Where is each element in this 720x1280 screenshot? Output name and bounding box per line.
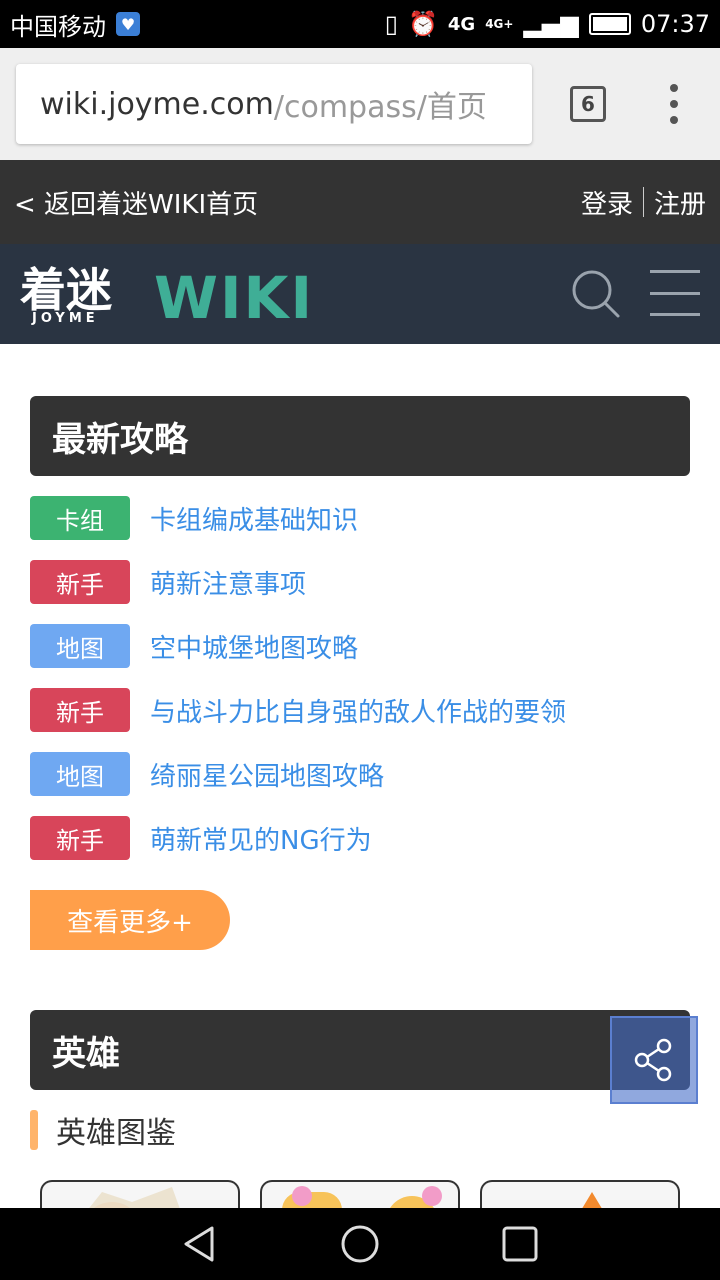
- category-tag[interactable]: 新手: [30, 816, 130, 860]
- guide-link[interactable]: 萌新注意事项: [150, 560, 306, 604]
- back-to-home-link[interactable]: < 返回着迷WIKI首页: [14, 184, 258, 221]
- category-tag[interactable]: 地图: [30, 752, 130, 796]
- tab-switcher-button[interactable]: 6: [570, 86, 606, 122]
- search-icon[interactable]: [570, 268, 622, 320]
- view-more-button[interactable]: 查看更多+: [30, 890, 230, 950]
- status-icons: ▯ ⏰ 4G 4G+ ▂▄▆ 07:37: [385, 10, 710, 38]
- signal-icon: ▂▄▆: [523, 10, 579, 38]
- overflow-menu-icon[interactable]: [664, 84, 684, 124]
- list-item: 新手 萌新注意事项: [30, 560, 690, 624]
- category-tag[interactable]: 新手: [30, 560, 130, 604]
- latest-guides-title: 最新攻略: [30, 396, 690, 476]
- hero-gallery-heading: 英雄图鉴: [30, 1110, 176, 1151]
- address-bar[interactable]: wiki.joyme.com /compass/首页: [16, 64, 532, 144]
- clock: 07:37: [640, 10, 710, 38]
- logo-sub-text: JOYME: [31, 311, 99, 326]
- hamburger-menu-icon[interactable]: [650, 270, 700, 316]
- hero-gallery-label: 英雄图鉴: [56, 1116, 176, 1151]
- network-type-secondary: 4G+: [485, 17, 514, 31]
- heading-accent-bar: [30, 1110, 38, 1150]
- list-item: 新手 与战斗力比自身强的敌人作战的要领: [30, 688, 690, 752]
- home-nav-icon[interactable]: [340, 1224, 380, 1264]
- guide-link[interactable]: 萌新常见的NG行为: [150, 816, 372, 860]
- guide-link[interactable]: 卡组编成基础知识: [150, 496, 358, 540]
- back-nav-icon[interactable]: [180, 1224, 220, 1264]
- nav-divider: [642, 187, 644, 217]
- category-tag[interactable]: 卡组: [30, 496, 130, 540]
- share-button[interactable]: [610, 1016, 698, 1104]
- network-type: 4G: [447, 13, 476, 35]
- joyme-wiki-logo[interactable]: 着迷 JOYME WIKI: [20, 262, 330, 326]
- guide-link[interactable]: 绮丽星公园地图攻略: [150, 752, 384, 796]
- register-link[interactable]: 注册: [654, 184, 706, 221]
- health-app-icon: ♥: [116, 12, 140, 36]
- system-nav-bar: [0, 1208, 720, 1280]
- guide-link[interactable]: 空中城堡地图攻略: [150, 624, 358, 668]
- url-path: /compass/首页: [273, 90, 487, 125]
- carrier-name: 中国移动: [10, 12, 106, 41]
- logo-cn-text: 着迷: [20, 263, 112, 317]
- status-bar: 中国移动 ♥ ▯ ⏰ 4G 4G+ ▂▄▆ 07:37: [0, 0, 720, 48]
- share-icon: [634, 1038, 672, 1082]
- latest-guides-list: 卡组 卡组编成基础知识 新手 萌新注意事项 地图 空中城堡地图攻略 新手 与战斗…: [30, 496, 690, 880]
- login-link[interactable]: 登录: [581, 184, 633, 221]
- category-tag[interactable]: 地图: [30, 624, 130, 668]
- recents-nav-icon[interactable]: [500, 1224, 540, 1264]
- browser-toolbar: wiki.joyme.com /compass/首页 6: [0, 48, 720, 160]
- url-host: wiki.joyme.com: [40, 86, 274, 122]
- heroes-title: 英雄: [30, 1010, 690, 1090]
- battery-icon: [588, 13, 631, 35]
- guide-link[interactable]: 与战斗力比自身强的敌人作战的要领: [150, 688, 566, 732]
- vibrate-icon: ▯: [384, 10, 398, 38]
- site-top-nav: < 返回着迷WIKI首页 登录 注册: [0, 160, 720, 244]
- logo-wiki-text: WIKI: [154, 264, 314, 326]
- alarm-icon: ⏰: [407, 10, 438, 38]
- category-tag[interactable]: 新手: [30, 688, 130, 732]
- list-item: 卡组 卡组编成基础知识: [30, 496, 690, 560]
- list-item: 地图 绮丽星公园地图攻略: [30, 752, 690, 816]
- list-item: 新手 萌新常见的NG行为: [30, 816, 690, 880]
- list-item: 地图 空中城堡地图攻略: [30, 624, 690, 688]
